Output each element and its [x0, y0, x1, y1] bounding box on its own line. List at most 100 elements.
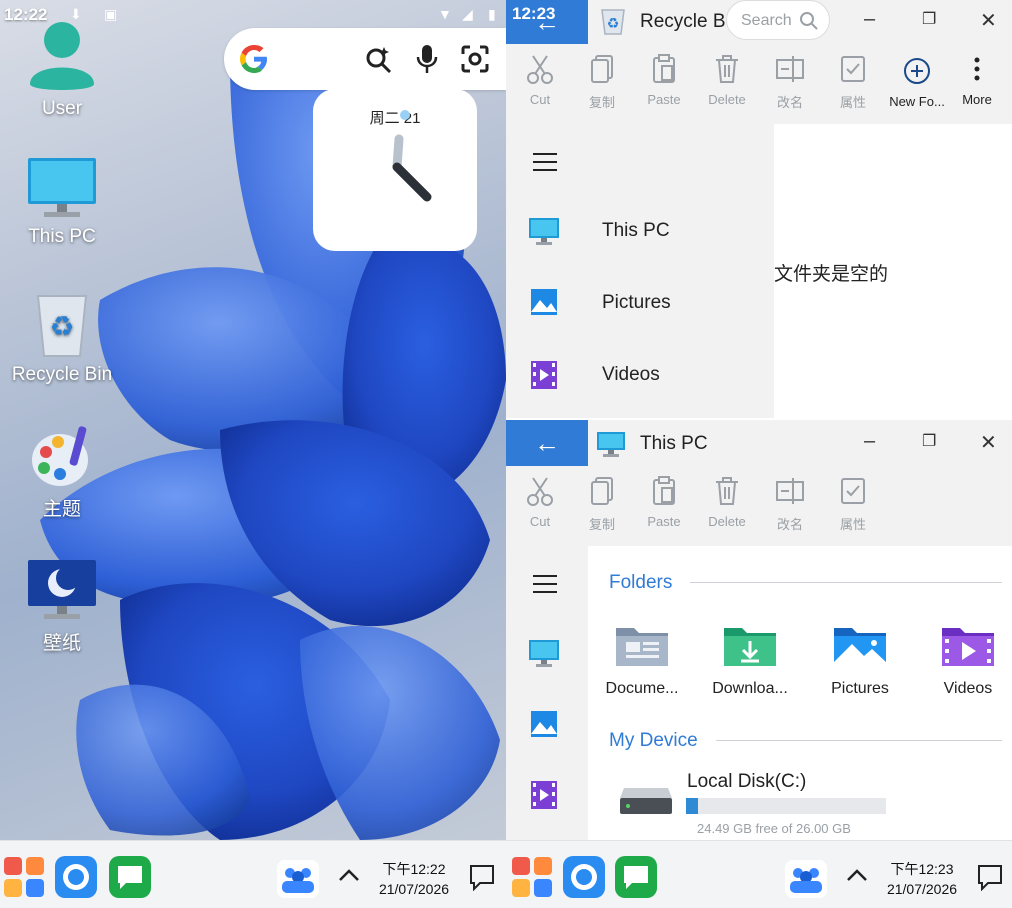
hard-disk-icon — [620, 788, 672, 814]
sidebar-item-this-pc[interactable]: This PC — [506, 202, 774, 262]
minimize-button[interactable]: – — [864, 430, 875, 453]
paste-icon — [653, 54, 675, 83]
recycle-bin-toolbar: Cut 复制 Paste Delete 改名 属性 New Fo... More — [506, 44, 1012, 124]
properties-label: 属性 — [839, 517, 866, 532]
clock-hands — [392, 110, 432, 202]
minimize-button[interactable]: – — [864, 8, 875, 31]
copy-button[interactable]: 复制 — [570, 54, 634, 111]
delete-button[interactable]: Delete — [695, 476, 759, 529]
rename-button[interactable]: 改名 — [758, 476, 822, 533]
sidebar-item-pictures[interactable]: Pictures — [506, 274, 774, 334]
rename-label: 改名 — [776, 517, 803, 532]
paste-button[interactable]: Paste — [632, 476, 696, 529]
search-placeholder: Search — [741, 12, 792, 29]
back-button[interactable]: ← — [506, 420, 588, 466]
plus-circle-icon — [904, 58, 930, 84]
notification-icon[interactable] — [468, 863, 496, 891]
scissors-icon — [527, 477, 553, 506]
folder-downloads[interactable]: Downloa... — [700, 624, 800, 698]
google-search-bar[interactable] — [224, 28, 506, 90]
app-drawer-icon[interactable] — [2, 855, 46, 899]
svg-text:♻: ♻ — [49, 310, 74, 343]
recycle-bin-icon: ♻ — [36, 295, 88, 357]
ai-search-icon[interactable] — [364, 44, 394, 74]
wifi-icon: ▼ — [438, 6, 452, 22]
browser-app-icon[interactable] — [562, 855, 606, 899]
app-drawer-icon[interactable] — [510, 855, 554, 899]
people-app-icon[interactable] — [784, 857, 828, 901]
properties-button[interactable]: 属性 — [821, 54, 885, 111]
paste-button[interactable]: Paste — [632, 54, 696, 107]
folder-documents[interactable]: Docume... — [592, 624, 692, 698]
folder-videos[interactable]: Videos — [918, 624, 1012, 698]
trash-icon — [716, 477, 738, 505]
disk-usage-bar — [686, 798, 886, 814]
folder-pictures[interactable]: Pictures — [810, 624, 910, 698]
notification-icon[interactable] — [976, 863, 1004, 891]
desktop-icon-this-pc[interactable]: This PC — [2, 156, 122, 248]
rename-button[interactable]: 改名 — [758, 54, 822, 111]
close-button[interactable]: ✕ — [980, 8, 997, 33]
chevron-up-icon[interactable] — [844, 865, 870, 885]
desktop-icon-recycle-bin[interactable]: ♻ Recycle Bin — [2, 288, 122, 386]
sidebar-item-label: This PC — [602, 220, 670, 241]
hamburger-menu-icon[interactable] — [532, 574, 558, 594]
messages-app-icon[interactable] — [108, 855, 152, 899]
status-time: 12:23 — [512, 4, 556, 23]
taskbar-date: 21/07/2026 — [886, 881, 958, 897]
paste-icon — [653, 476, 675, 505]
taskbar-time: 下午12:23 — [890, 861, 954, 877]
copy-label: 复制 — [588, 95, 615, 110]
chevron-up-icon[interactable] — [336, 865, 362, 885]
taskbar-clock[interactable]: 下午12:23 21/07/2026 — [876, 859, 968, 899]
cut-label: Cut — [529, 92, 551, 107]
copy-button[interactable]: 复制 — [570, 476, 634, 533]
battery-icon: ▮ — [488, 6, 496, 22]
more-vertical-icon — [974, 57, 980, 81]
recycle-bin-sidebar: This PC Pictures Videos — [506, 124, 774, 418]
hamburger-menu-icon[interactable] — [532, 152, 558, 172]
wallpaper-icon — [28, 560, 96, 619]
pictures-folder-icon — [834, 628, 886, 666]
desktop-icon-wallpaper[interactable]: 壁纸 — [2, 558, 122, 655]
videos-folder-icon — [942, 628, 994, 666]
people-app-icon[interactable] — [276, 857, 320, 901]
taskbar-clock[interactable]: 下午12:22 21/07/2026 — [368, 859, 460, 899]
cut-button[interactable]: Cut — [508, 476, 572, 529]
left-screen: 12:22 ⬇ ▣ ▼ ◢ ▮ User This PC ♻ Recycle B… — [0, 0, 506, 908]
properties-button[interactable]: 属性 — [821, 476, 885, 533]
desktop-icon-theme[interactable]: 主题 — [2, 424, 122, 521]
google-lens-icon[interactable] — [460, 44, 490, 74]
new-folder-button[interactable]: New Fo... — [884, 56, 950, 109]
sidebar-item-videos[interactable]: Videos — [506, 346, 774, 406]
properties-icon — [841, 56, 865, 82]
delete-button[interactable]: Delete — [695, 54, 759, 107]
restore-button[interactable]: ❐ — [922, 9, 936, 29]
more-button[interactable]: More — [952, 56, 1002, 107]
close-button[interactable]: ✕ — [980, 430, 997, 455]
sidebar-videos-icon[interactable] — [530, 780, 558, 810]
this-pc-titlebar: ← This PC – ❐ ✕ — [506, 420, 1012, 466]
my-device-divider — [716, 740, 1002, 741]
browser-app-icon[interactable] — [54, 855, 98, 899]
sidebar-this-pc-icon[interactable] — [528, 638, 560, 668]
cut-button[interactable]: Cut — [508, 54, 572, 107]
properties-icon — [841, 478, 865, 504]
disk-free-text: 24.49 GB free of 26.00 GB — [697, 821, 851, 836]
paste-label: Paste — [647, 514, 681, 529]
desktop-icon-label: This PC — [28, 226, 96, 247]
search-input[interactable]: Search — [726, 0, 830, 40]
messages-app-icon[interactable] — [614, 855, 658, 899]
more-label: More — [962, 92, 992, 107]
sidebar-pictures-icon[interactable] — [530, 710, 558, 738]
new-folder-label: New Fo... — [889, 94, 945, 109]
google-g-icon — [240, 45, 267, 73]
desktop-icon-label: 主题 — [42, 499, 81, 520]
clock-widget[interactable]: 周二 21 — [313, 89, 477, 251]
search-icon — [800, 12, 818, 30]
local-disk-item[interactable]: Local Disk(C:) 24.49 GB free of 26.00 GB — [618, 766, 918, 838]
restore-button[interactable]: ❐ — [922, 431, 936, 451]
recycle-bin-titlebar: ← 12:23 ♻ Recycle B Search – ❐ ✕ — [506, 0, 1012, 44]
microphone-icon[interactable] — [416, 43, 438, 75]
desktop-icon-user[interactable]: User — [2, 18, 122, 120]
